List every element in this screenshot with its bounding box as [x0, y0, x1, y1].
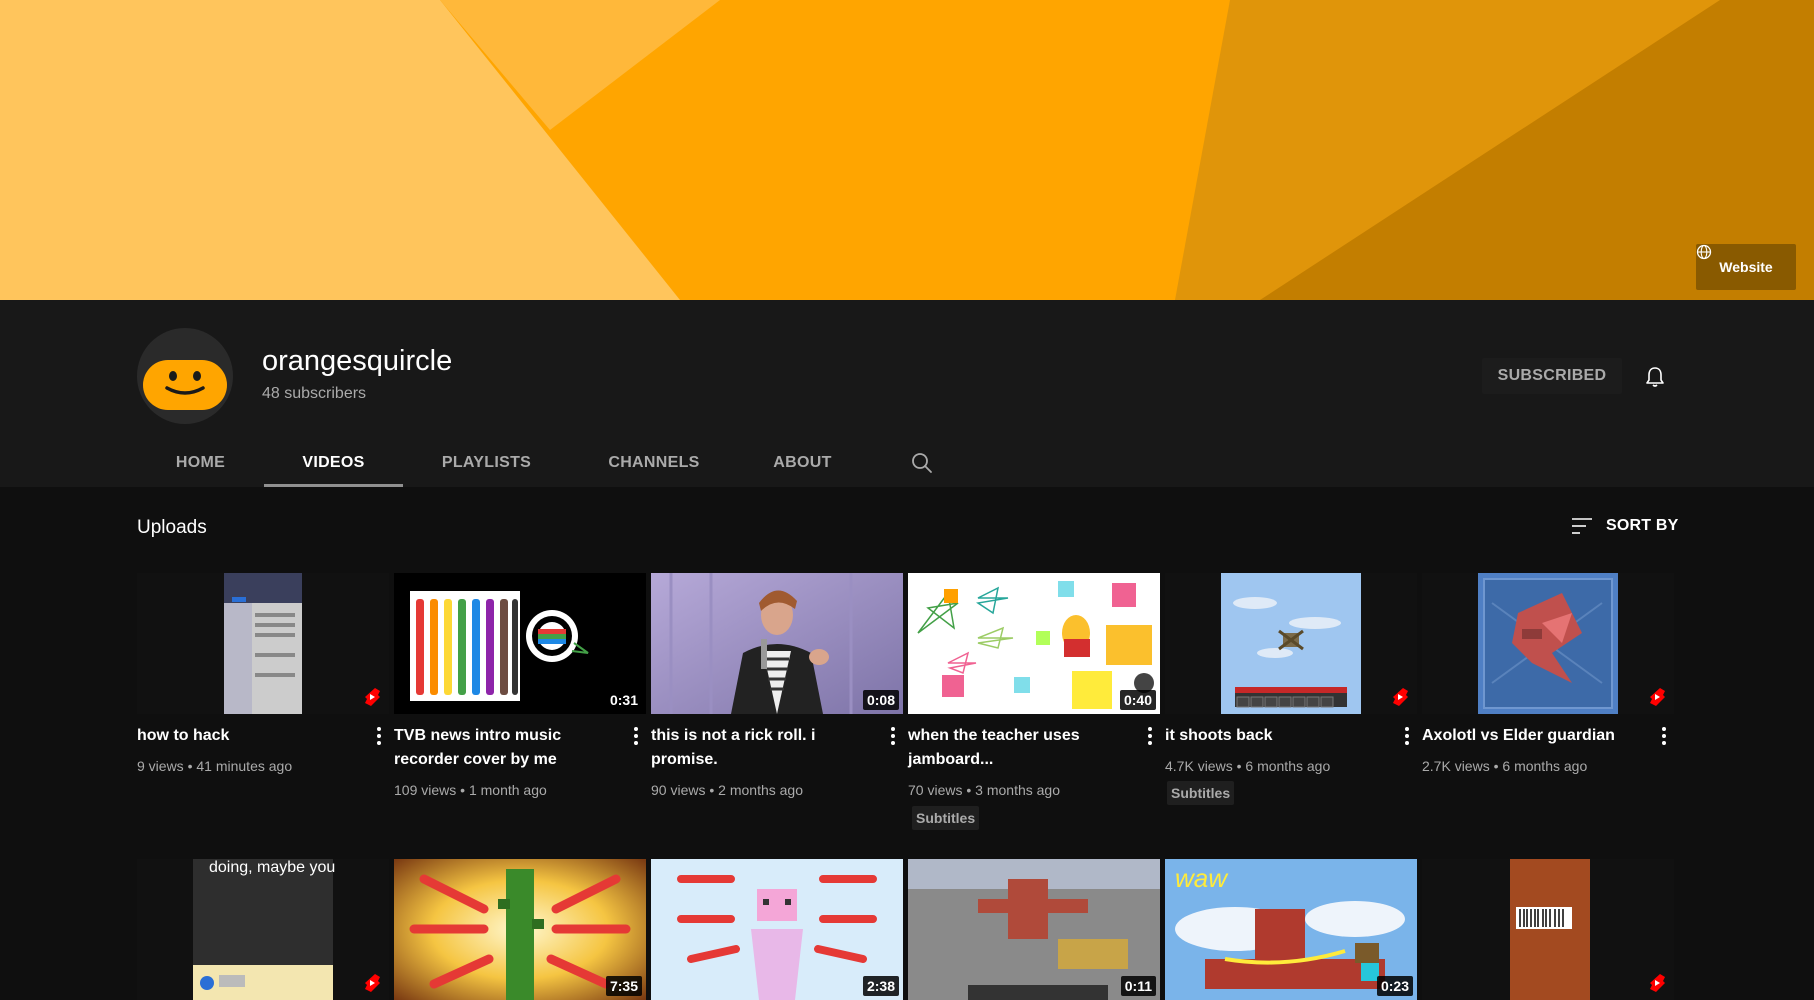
video-menu-button[interactable]: [628, 724, 644, 748]
section-title: Uploads: [137, 517, 207, 538]
bell-icon: [1646, 367, 1664, 387]
view-count: 4.7K views: [1165, 758, 1233, 774]
video-thumbnail[interactable]: 0:40: [908, 573, 1160, 714]
channel-name: orangesquircle: [262, 345, 453, 377]
video-duration: 2:38: [862, 976, 899, 996]
video-menu-button[interactable]: [1656, 724, 1672, 748]
video-duration: 0:08: [862, 690, 899, 710]
thumbnail-image: [137, 573, 389, 714]
channel-tabs: HOME VIDEOS PLAYLISTS CHANNELS ABOUT: [137, 438, 947, 487]
video-meta: 9 views • 41 minutes ago: [137, 758, 292, 774]
view-count: 90 views: [651, 782, 706, 798]
video-meta: 2.7K views • 6 months ago: [1422, 758, 1587, 774]
globe-icon: [1696, 244, 1712, 260]
tab-channels[interactable]: CHANNELS: [570, 438, 738, 487]
video-thumbnail[interactable]: [1422, 859, 1674, 1000]
upload-age: 41 minutes ago: [196, 758, 293, 774]
subtitles-badge: Subtitles: [912, 806, 980, 830]
tab-about[interactable]: ABOUT: [738, 438, 867, 487]
channel-banner: Website: [0, 0, 1814, 300]
thumbnail-image: [1422, 573, 1674, 714]
video-title[interactable]: this is not a rick roll. i promise.: [651, 724, 873, 772]
search-icon: [912, 452, 932, 473]
video-duration: 0:31: [605, 690, 642, 710]
video-title[interactable]: it shoots back: [1165, 724, 1387, 748]
meta-separator: •: [187, 758, 193, 774]
notification-bell-button[interactable]: [1640, 362, 1670, 392]
website-label: Website: [1719, 259, 1773, 275]
video-thumbnail[interactable]: doing, maybe you: [137, 859, 389, 1000]
shorts-icon: [365, 688, 380, 706]
thumbnail-image: [137, 859, 389, 1000]
video-duration: 7:35: [605, 976, 642, 996]
tab-playlists[interactable]: PLAYLISTS: [403, 438, 570, 487]
video-thumbnail[interactable]: [1165, 573, 1417, 714]
upload-age: 6 months ago: [1245, 758, 1331, 774]
meta-separator: •: [1493, 758, 1499, 774]
upload-age: 3 months ago: [975, 782, 1060, 798]
shorts-icon: [1650, 974, 1665, 992]
meta-separator: •: [966, 782, 972, 798]
video-thumbnail[interactable]: 0:08: [651, 573, 903, 714]
video-title[interactable]: how to hack: [137, 724, 359, 748]
video-thumbnail[interactable]: 7:35: [394, 859, 646, 1000]
video-thumbnail[interactable]: 0:11: [908, 859, 1160, 1000]
view-count: 9 views: [137, 758, 184, 774]
video-duration: 0:11: [1120, 976, 1156, 996]
video-meta: 70 views • 3 months ago: [908, 782, 1060, 798]
meta-separator: •: [709, 782, 715, 798]
video-title[interactable]: when the teacher uses jamboard...: [908, 724, 1130, 772]
thumbnail-image: [1422, 859, 1674, 1000]
video-duration: 0:40: [1119, 690, 1156, 710]
sort-icon: [1572, 518, 1592, 534]
video-thumbnail[interactable]: [1422, 573, 1674, 714]
sort-by-button[interactable]: SORT BY: [1570, 514, 1679, 538]
video-thumbnail[interactable]: 2:38: [651, 859, 903, 1000]
shorts-icon: [1650, 688, 1665, 706]
avatar[interactable]: [137, 328, 233, 424]
view-count: 109 views: [394, 782, 457, 798]
channel-search-button[interactable]: [897, 438, 947, 487]
shorts-icon: [1393, 688, 1408, 706]
video-duration: 0:23: [1376, 976, 1413, 996]
subscribed-button[interactable]: SUBSCRIBED: [1482, 358, 1622, 394]
video-menu-button[interactable]: [1142, 724, 1158, 748]
video-menu-button[interactable]: [885, 724, 901, 748]
upload-age: 6 months ago: [1502, 758, 1588, 774]
meta-separator: •: [460, 782, 466, 798]
video-meta: 4.7K views • 6 months ago: [1165, 758, 1330, 774]
view-count: 70 views: [908, 782, 963, 798]
website-link-button[interactable]: Website: [1696, 244, 1796, 290]
thumbnail-overlay-text: doing, maybe you: [209, 859, 336, 876]
video-title[interactable]: Axolotl vs Elder guardian: [1422, 724, 1644, 748]
upload-age: 1 month ago: [468, 782, 547, 798]
thumbnail-overlay-text: waw: [1175, 863, 1228, 893]
banner-art: [0, 0, 1814, 300]
sort-label: SORT BY: [1606, 517, 1679, 534]
upload-age: 2 months ago: [718, 782, 803, 798]
avatar-smiley-icon: [143, 360, 227, 410]
tab-videos[interactable]: VIDEOS: [264, 438, 403, 487]
subscriber-count: 48 subscribers: [262, 385, 367, 402]
meta-separator: •: [1236, 758, 1242, 774]
video-thumbnail[interactable]: 0:31: [394, 573, 646, 714]
thumbnail-image: [1165, 573, 1417, 714]
video-meta: 90 views • 2 months ago: [651, 782, 803, 798]
video-menu-button[interactable]: [371, 724, 387, 748]
view-count: 2.7K views: [1422, 758, 1490, 774]
video-thumbnail[interactable]: waw 0:23: [1165, 859, 1417, 1000]
video-menu-button[interactable]: [1399, 724, 1415, 748]
tab-home[interactable]: HOME: [137, 438, 264, 487]
video-title[interactable]: TVB news intro music recorder cover by m…: [394, 724, 616, 772]
shorts-icon: [365, 974, 380, 992]
video-thumbnail[interactable]: [137, 573, 389, 714]
subtitles-badge: Subtitles: [1167, 781, 1235, 805]
video-meta: 109 views • 1 month ago: [394, 782, 547, 798]
